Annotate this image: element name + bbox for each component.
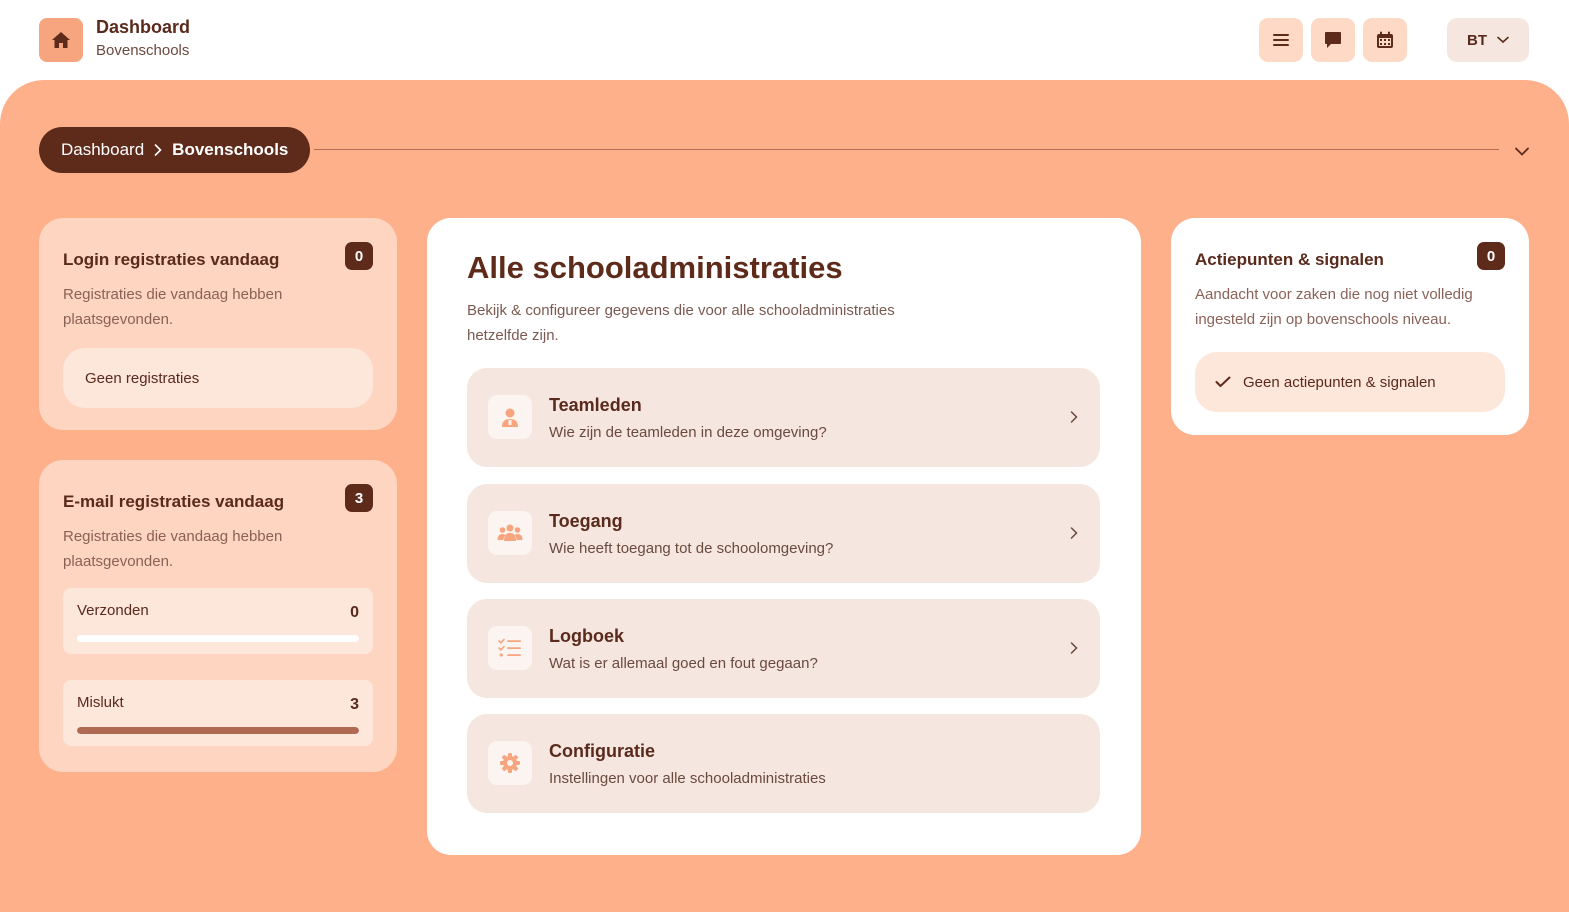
chat-icon xyxy=(1325,32,1341,48)
stat-failed: Mislukt 3 xyxy=(63,680,373,746)
page-title: Alle schooladministraties xyxy=(467,250,843,285)
person-icon xyxy=(488,395,532,439)
action-points-card: Actiepunten & signalen 0 Aandacht voor z… xyxy=(1171,218,1529,435)
menu-button[interactable] xyxy=(1259,18,1303,62)
menu-icon xyxy=(1273,34,1289,46)
stat-sent: Verzonden 0 xyxy=(63,588,373,654)
user-initials: BT xyxy=(1467,31,1487,49)
empty-state: Geen actiepunten & signalen xyxy=(1195,352,1505,412)
menu-item-title: Teamleden xyxy=(549,395,642,415)
stat-value: 3 xyxy=(350,696,359,713)
menu-item-configuratie[interactable]: Configuratie Instellingen voor alle scho… xyxy=(467,714,1100,813)
page-description: Bekijk & configureer gegevens die voor a… xyxy=(467,302,895,344)
breadcrumb-item-current: Bovenschools xyxy=(172,140,289,159)
collapse-toggle[interactable] xyxy=(1512,141,1532,161)
menu-item-title: Logboek xyxy=(549,626,624,646)
progress-track xyxy=(77,635,359,642)
menu-item-subtitle: Wie zijn de teamleden in deze omgeving? xyxy=(549,424,827,441)
main-panel: Dashboard Bovenschools Login registratie… xyxy=(0,80,1569,912)
app-subtitle: Bovenschools xyxy=(96,42,190,59)
breadcrumb-item-dashboard[interactable]: Dashboard xyxy=(61,140,144,160)
progress-fill xyxy=(77,727,359,734)
gear-icon xyxy=(488,741,532,785)
login-registrations-card: Login registraties vandaag 0 Registratie… xyxy=(39,218,397,430)
menu-item-subtitle: Instellingen voor alle schooladministrat… xyxy=(549,770,826,787)
card-title: E-mail registraties vandaag xyxy=(63,492,285,511)
menu-item-subtitle: Wie heeft toegang tot de schoolomgeving? xyxy=(549,540,834,557)
stat-label: Verzonden xyxy=(77,602,149,619)
top-bar: Dashboard Bovenschools BT xyxy=(0,0,1569,80)
chevron-right-icon xyxy=(1066,409,1082,425)
home-icon xyxy=(52,32,70,48)
card-title: Actiepunten & signalen xyxy=(1195,250,1384,269)
card-description: Registraties die vandaag hebben plaatsge… xyxy=(63,528,283,570)
menu-item-teamleden[interactable]: Teamleden Wie zijn de teamleden in deze … xyxy=(467,368,1100,467)
app-title: Dashboard xyxy=(96,17,191,37)
chevron-right-icon xyxy=(1066,640,1082,656)
empty-state-text: Geen actiepunten & signalen xyxy=(1243,373,1436,391)
calendar-button[interactable] xyxy=(1363,18,1407,62)
menu-item-title: Toegang xyxy=(549,511,623,531)
check-icon xyxy=(1215,376,1231,387)
chevron-down-icon xyxy=(1515,147,1529,156)
count-badge: 0 xyxy=(345,242,373,270)
users-icon xyxy=(488,511,532,555)
breadcrumb-divider xyxy=(314,149,1499,150)
messages-button[interactable] xyxy=(1311,18,1355,62)
stat-value: 0 xyxy=(350,604,359,621)
chevron-down-icon xyxy=(1497,36,1509,44)
count-badge: 0 xyxy=(1477,242,1505,270)
menu-item-toegang[interactable]: Toegang Wie heeft toegang tot de schoolo… xyxy=(467,484,1100,583)
calendar-icon xyxy=(1377,31,1393,48)
card-description: Registraties die vandaag hebben plaatsge… xyxy=(63,286,283,328)
count-badge: 3 xyxy=(345,484,373,512)
chevron-right-icon xyxy=(1066,525,1082,541)
school-admin-card: Alle schooladministraties Bekijk & confi… xyxy=(427,218,1141,855)
list-check-icon xyxy=(488,626,532,670)
user-menu-button[interactable]: BT xyxy=(1447,18,1529,62)
empty-state: Geen registraties xyxy=(63,348,373,408)
menu-item-logboek[interactable]: Logboek Wat is er allemaal goed en fout … xyxy=(467,599,1100,698)
chevron-right-icon xyxy=(154,144,162,156)
card-title: Login registraties vandaag xyxy=(63,250,280,269)
stat-label: Mislukt xyxy=(77,694,124,711)
menu-item-title: Configuratie xyxy=(549,741,655,761)
breadcrumb: Dashboard Bovenschools xyxy=(39,127,311,173)
email-registrations-card: E-mail registraties vandaag 3 Registrati… xyxy=(39,460,397,772)
card-description: Aandacht voor zaken die nog niet volledi… xyxy=(1195,286,1473,328)
home-button[interactable] xyxy=(39,18,83,62)
progress-track xyxy=(77,727,359,734)
menu-item-subtitle: Wat is er allemaal goed en fout gegaan? xyxy=(549,655,818,672)
